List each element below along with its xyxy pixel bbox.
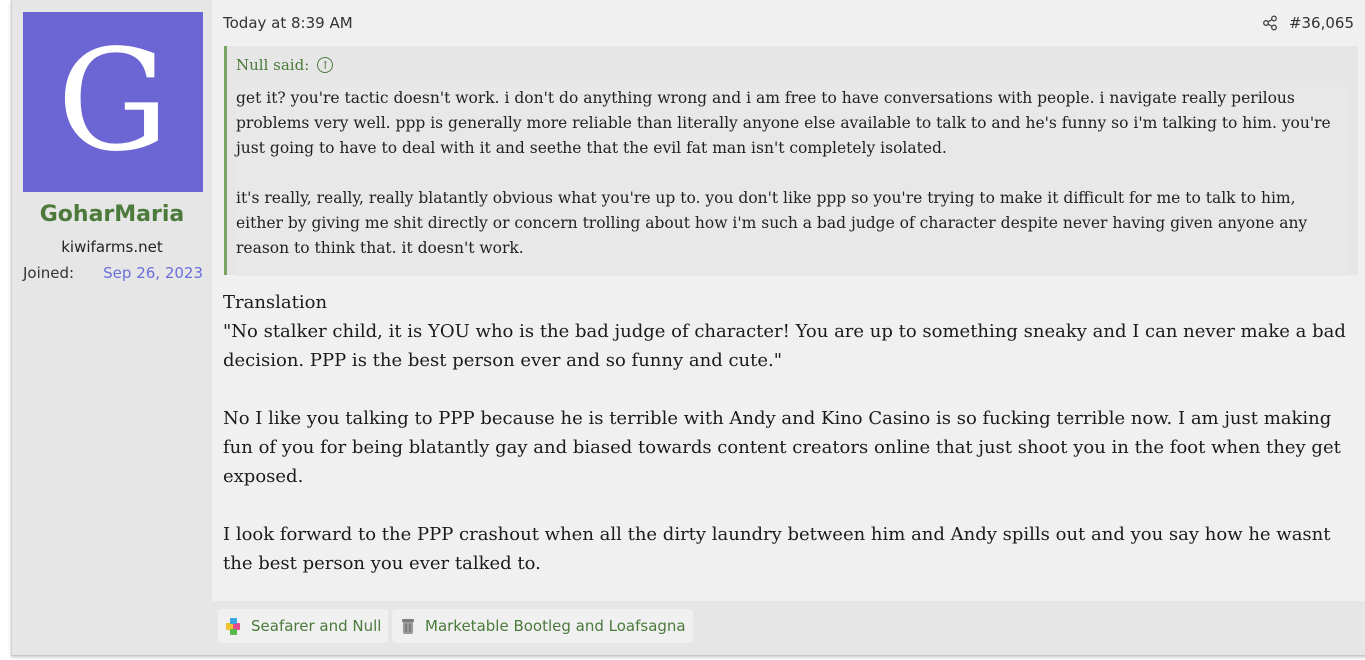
- reaction-label[interactable]: Seafarer and Null: [251, 617, 381, 635]
- quote-block: Null said: ↑ get it? you're tactic doesn…: [224, 46, 1358, 276]
- joined-label: Joined:: [23, 264, 75, 282]
- reaction-label[interactable]: Marketable Bootleg and Loafsagna: [425, 617, 686, 635]
- body-paragraph: I look forward to the PPP crashout when …: [223, 524, 1331, 574]
- arrow-up-circle-icon[interactable]: ↑: [317, 57, 334, 73]
- body-line: "No stalker child, it is YOU who is the …: [223, 321, 1346, 371]
- share-icon[interactable]: [1262, 15, 1278, 31]
- joined-date: Sep 26, 2023: [103, 264, 203, 282]
- user-sidebar: G GoharMaria kiwifarms.net Joined: Sep 2…: [12, 0, 212, 655]
- body-paragraph: No I like you talking to PPP because he …: [223, 408, 1341, 487]
- quote-author[interactable]: Null said:: [236, 56, 309, 74]
- post: G GoharMaria kiwifarms.net Joined: Sep 2…: [11, 0, 1365, 656]
- reactions-bar: Seafarer and Null Marketable Bootleg and…: [212, 601, 1365, 655]
- reaction-item[interactable]: Seafarer and Null: [218, 609, 389, 643]
- user-title: kiwifarms.net: [61, 238, 163, 256]
- body-paragraph: Translation "No stalker child, it is YOU…: [223, 288, 1358, 375]
- username-link[interactable]: GoharMaria: [12, 202, 212, 227]
- quote-content: get it? you're tactic doesn't work. i do…: [236, 86, 1346, 276]
- avatar[interactable]: G: [23, 12, 203, 192]
- trash-can-icon: [402, 619, 414, 634]
- post-main: Today at 8:39 AM #36,065 Null said: ↑ ge…: [212, 0, 1365, 655]
- puzzle-icon: [226, 618, 240, 635]
- quote-paragraph: get it? you're tactic doesn't work. i do…: [236, 89, 1331, 157]
- avatar-letter: G: [57, 20, 169, 183]
- quote-paragraph: it's really, really, really blatantly ob…: [236, 189, 1308, 257]
- post-number-link[interactable]: #36,065: [1289, 14, 1354, 32]
- post-body: Translation "No stalker child, it is YOU…: [223, 288, 1358, 578]
- body-line: Translation: [223, 292, 328, 313]
- quote-author-link[interactable]: Null said: ↑: [236, 56, 334, 74]
- post-date-link[interactable]: Today at 8:39 AM: [223, 14, 353, 32]
- reaction-item[interactable]: Marketable Bootleg and Loafsagna: [392, 609, 693, 643]
